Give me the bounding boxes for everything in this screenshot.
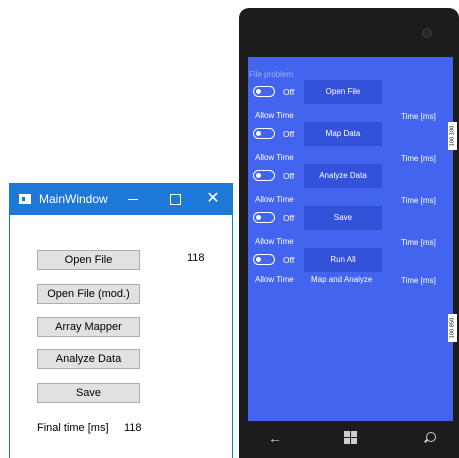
final-time-value: 118 <box>124 422 142 434</box>
maximize-icon[interactable] <box>164 188 186 210</box>
analyze-data-button[interactable]: Analyze Data <box>37 349 140 369</box>
toggle-state-label: Off <box>283 87 295 97</box>
allow-time-toggle-save[interactable] <box>253 212 275 223</box>
toggle-state-label: Off <box>283 255 295 265</box>
time-ms-label: Time [ms] <box>401 112 436 121</box>
window-titlebar[interactable]: MainWindow ✕ <box>10 184 232 215</box>
toggle-state-label: Off <box>283 171 295 181</box>
phone-nav-bar: ← <box>248 421 453 458</box>
back-arrow-icon[interactable]: ← <box>268 431 282 445</box>
save-button[interactable]: Save <box>37 383 140 403</box>
toggle-knob <box>256 214 261 220</box>
phone-frame: File problem Off Open File Allow Time Ti… <box>239 8 459 458</box>
time-ms-label: Time [ms] <box>401 276 436 285</box>
time-ms-label: Time [ms] <box>401 196 436 205</box>
side-badge: 100 100 <box>448 122 457 150</box>
allow-time-label: Allow Time <box>255 195 294 204</box>
close-icon[interactable]: ✕ <box>202 188 224 210</box>
window-title: MainWindow <box>39 192 108 206</box>
open-file-value: 118 <box>187 252 205 264</box>
allow-time-label: Allow Time <box>255 275 294 284</box>
phone-save-button[interactable]: Save <box>304 206 382 230</box>
main-window: MainWindow ✕ Open File 118 Open File (mo… <box>9 183 233 458</box>
allow-time-toggle-analyze-data[interactable] <box>253 170 275 181</box>
phone-map-data-button[interactable]: Map Data <box>304 122 382 146</box>
time-ms-label: Time [ms] <box>401 238 436 247</box>
time-ms-label: Time [ms] <box>401 154 436 163</box>
allow-time-toggle-open-file[interactable] <box>253 86 275 97</box>
phone-screen: File problem Off Open File Allow Time Ti… <box>248 57 453 421</box>
phone-open-file-button[interactable]: Open File <box>304 80 382 104</box>
allow-time-toggle-map-data[interactable] <box>253 128 275 139</box>
final-time-label: Final time [ms] <box>37 422 109 434</box>
windows-logo-icon[interactable] <box>344 431 358 445</box>
allow-time-label: Allow Time <box>255 111 294 120</box>
phone-header: File problem <box>249 70 294 79</box>
phone-analyze-data-button[interactable]: Analyze Data <box>304 164 382 188</box>
toggle-knob <box>256 172 261 178</box>
allow-time-label: Allow Time <box>255 153 294 162</box>
app-icon <box>19 194 31 204</box>
minimize-icon[interactable] <box>122 188 144 210</box>
map-and-analyze-label: Map and Analyze <box>311 275 373 284</box>
allow-time-label: Allow Time <box>255 237 294 246</box>
open-file-button[interactable]: Open File <box>37 250 140 270</box>
search-icon[interactable] <box>426 432 436 442</box>
toggle-knob <box>256 256 261 262</box>
toggle-state-label: Off <box>283 213 295 223</box>
phone-run-all-button[interactable]: Run All <box>304 248 382 272</box>
toggle-knob <box>256 88 261 94</box>
open-file-mod-button[interactable]: Open File (mod.) <box>37 284 140 304</box>
toggle-state-label: Off <box>283 129 295 139</box>
toggle-knob <box>256 130 261 136</box>
side-badge: 100 850 <box>448 314 457 342</box>
array-mapper-button[interactable]: Array Mapper <box>37 317 140 337</box>
allow-time-toggle-run-all[interactable] <box>253 254 275 265</box>
